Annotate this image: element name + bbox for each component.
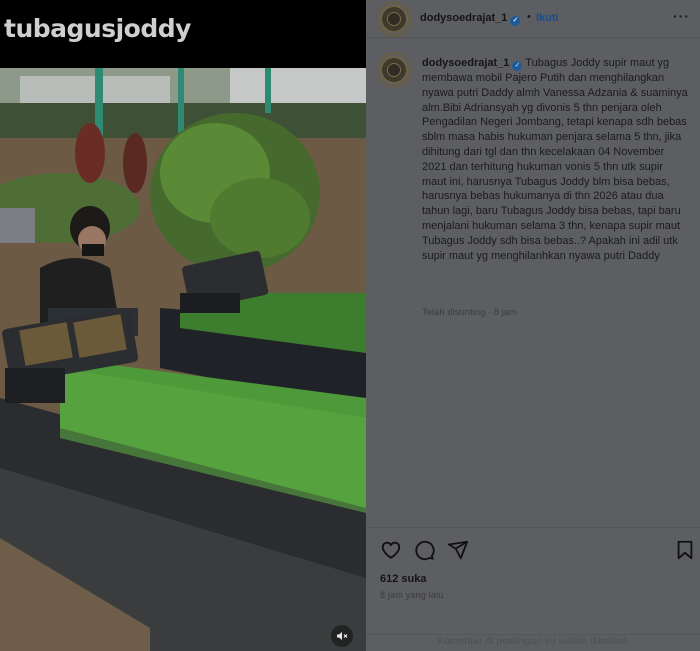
caption-meta: Telah disunting · 8 jam — [422, 307, 518, 318]
avatar[interactable] — [378, 3, 410, 35]
verified-badge-icon: ✓ — [510, 16, 521, 26]
follow-button[interactable]: Ikuti — [536, 12, 559, 24]
post-photo — [0, 68, 366, 651]
bookmark-icon[interactable] — [674, 539, 696, 561]
caption-username[interactable]: dodysoedrajat_1 — [422, 57, 509, 69]
media-overlay-text: tubagusjoddy — [4, 14, 191, 43]
instagram-post-view: tubagusjoddy dodysoedrajat_1 ✓ • Ikuti ·… — [0, 0, 700, 651]
verified-badge-icon: ✓ — [512, 61, 523, 71]
comments-limited-notice: Komentar di postingan ini sudah dibatasi… — [366, 634, 700, 647]
post-media[interactable]: tubagusjoddy — [0, 0, 366, 651]
caption-text: dodysoedrajat_1 ✓ Tubagus Joddy supir mau… — [422, 56, 690, 263]
post-timestamp: 8 jam yang lalu — [380, 590, 444, 600]
share-icon[interactable] — [447, 539, 469, 561]
speaker-muted-icon — [337, 632, 348, 640]
author-username[interactable]: dodysoedrajat_1 ✓ — [420, 12, 521, 26]
caption-avatar[interactable] — [378, 54, 410, 86]
author-username-text[interactable]: dodysoedrajat_1 — [420, 12, 507, 24]
mute-toggle-button[interactable] — [331, 625, 353, 647]
caption-body: Tubagus Joddy supir maut yg membawa mobi… — [422, 57, 688, 262]
more-options-icon[interactable]: ··· — [673, 8, 690, 24]
separator-dot: • — [527, 11, 531, 23]
likes-count[interactable]: 612 suka — [380, 573, 426, 585]
post-details-panel: dodysoedrajat_1 ✓ • Ikuti ··· dodysoedraj… — [366, 0, 700, 651]
post-header: dodysoedrajat_1 ✓ • Ikuti ··· — [366, 0, 700, 38]
comment-icon[interactable] — [413, 539, 435, 561]
action-bar: 612 suka 8 jam yang lalu Komentar di pos… — [366, 527, 700, 647]
heart-icon[interactable] — [380, 539, 402, 561]
